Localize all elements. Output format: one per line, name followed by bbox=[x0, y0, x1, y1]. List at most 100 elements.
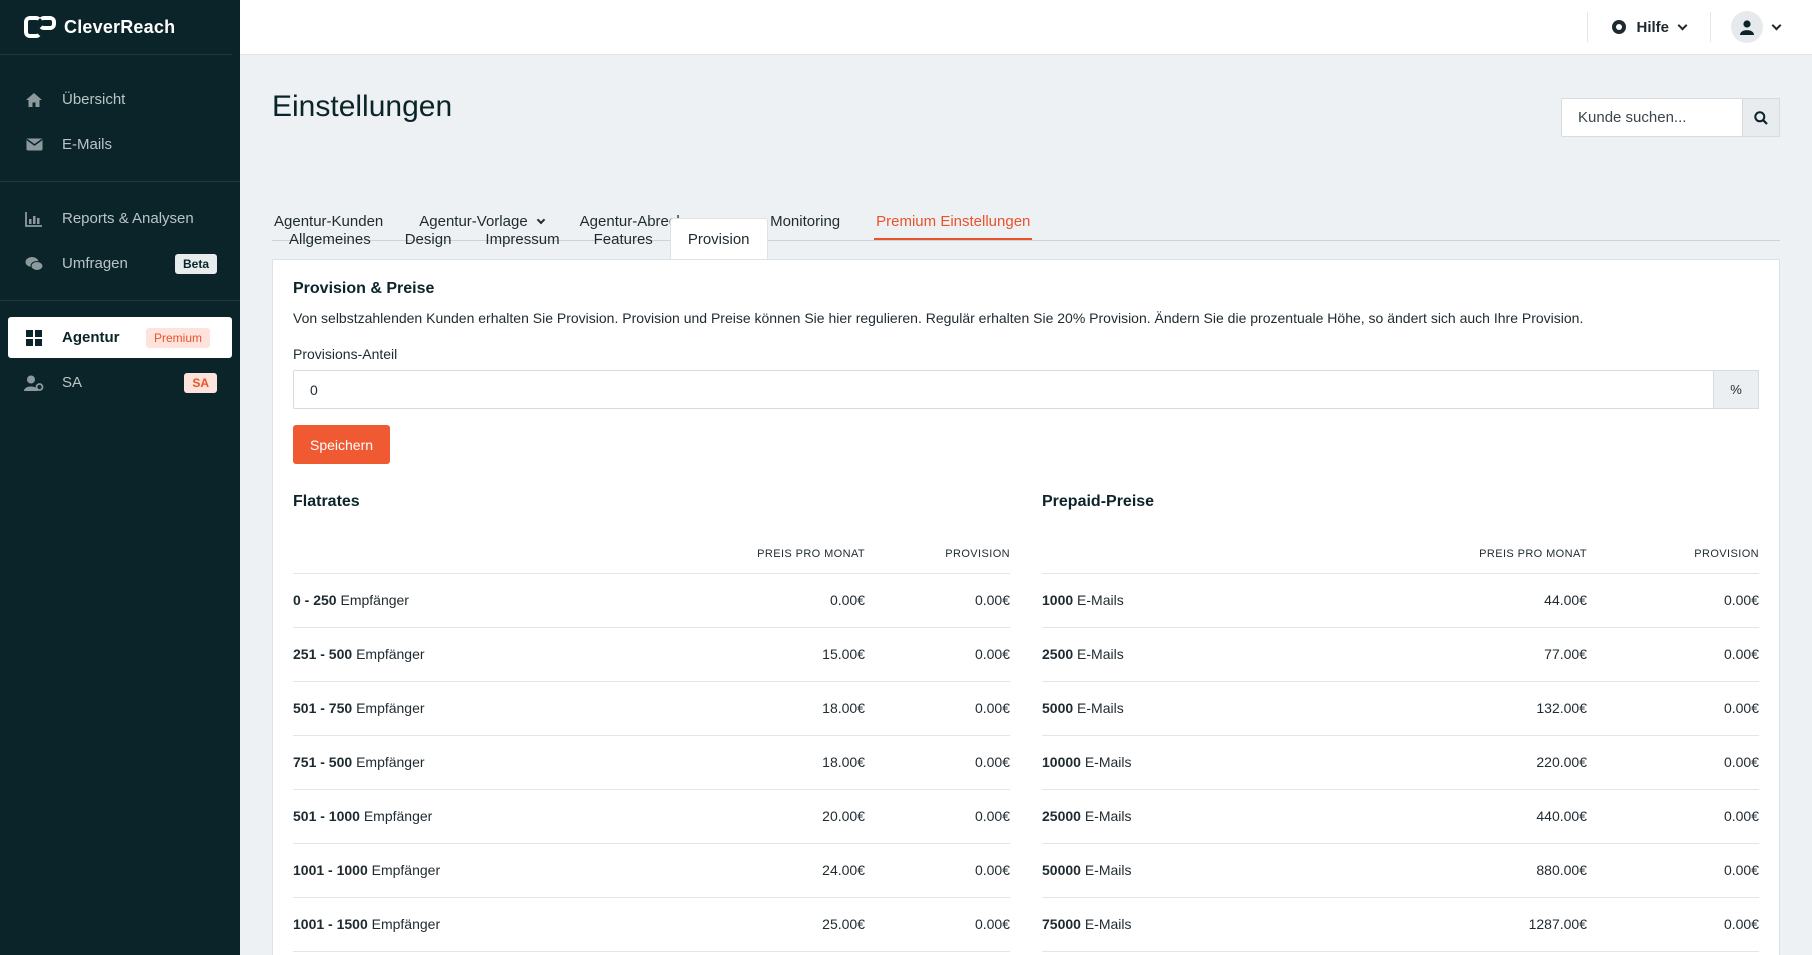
price-tables: Flatrates PREIS PRO MONAT PROVISION 0 - … bbox=[293, 493, 1759, 952]
sidebar-item-label: SA bbox=[62, 374, 83, 391]
logo[interactable]: CleverReach bbox=[0, 0, 232, 55]
tab-features[interactable]: Features bbox=[577, 218, 670, 260]
table-row: 501 - 750 Empfänger 18.00€ 0.00€ bbox=[293, 681, 1010, 736]
save-button[interactable]: Speichern bbox=[293, 425, 391, 464]
tab-allgemeines[interactable]: Allgemeines bbox=[272, 218, 388, 260]
tier-unit: E-Mails bbox=[1077, 700, 1124, 716]
sidebar-item-label: Übersicht bbox=[62, 91, 126, 108]
tier-range: 10000 bbox=[1042, 754, 1081, 770]
tier-cell: 1001 - 1500 Empfänger bbox=[293, 897, 715, 952]
section-heading: Flatrates bbox=[293, 493, 360, 510]
tier-unit: E-Mails bbox=[1084, 862, 1132, 878]
tab-label: Allgemeines bbox=[289, 231, 371, 248]
sidebar-item-uebersicht[interactable]: Übersicht bbox=[8, 79, 232, 120]
tier-cell: 0 - 250 Empfänger bbox=[293, 573, 715, 628]
provision-cell: 0.00€ bbox=[865, 843, 1010, 898]
provision-share-input[interactable] bbox=[293, 370, 1714, 409]
home-icon bbox=[24, 90, 44, 110]
tier-range: 75000 bbox=[1042, 916, 1081, 932]
tab-design[interactable]: Design bbox=[388, 218, 469, 260]
tier-unit: E-Mails bbox=[1084, 808, 1132, 824]
provision-cell: 0.00€ bbox=[1587, 681, 1759, 736]
tier-range: 1000 bbox=[1042, 592, 1074, 608]
tier-cell: 751 - 500 Empfänger bbox=[293, 735, 715, 790]
table-row: 251 - 500 Empfänger 15.00€ 0.00€ bbox=[293, 627, 1010, 682]
table-row: 2500 E-Mails 77.00€ 0.00€ bbox=[1042, 627, 1759, 682]
provision-cell: 0.00€ bbox=[1587, 789, 1759, 844]
user-settings-icon bbox=[24, 373, 44, 393]
tier-unit: Empfänger bbox=[340, 592, 409, 608]
sidebar-item-label: E-Mails bbox=[62, 136, 113, 153]
tier-unit: Empfänger bbox=[363, 808, 433, 824]
tier-unit: Empfänger bbox=[356, 754, 425, 770]
envelope-icon bbox=[24, 135, 44, 155]
premium-badge: Premium bbox=[145, 327, 210, 348]
tier-unit: Empfänger bbox=[371, 862, 441, 878]
search-input[interactable] bbox=[1561, 98, 1742, 137]
table-row: 5000 E-Mails 132.00€ 0.00€ bbox=[1042, 681, 1759, 736]
column-header: PREIS PRO MONAT bbox=[715, 535, 865, 574]
sidebar-item-label: Umfragen bbox=[62, 255, 128, 272]
sidebar-item-reports[interactable]: Reports & Analysen bbox=[8, 198, 232, 239]
sidebar-item-label: Reports & Analysen bbox=[62, 210, 194, 227]
provision-cell: 0.00€ bbox=[1587, 735, 1759, 790]
provision-cell: 0.00€ bbox=[865, 627, 1010, 682]
flatrates-section: Flatrates PREIS PRO MONAT PROVISION 0 - … bbox=[293, 493, 1010, 952]
sidebar-item-agentur[interactable]: Agentur Premium bbox=[8, 317, 232, 358]
user-icon bbox=[1740, 19, 1754, 35]
percent-addon: % bbox=[1714, 370, 1759, 409]
tier-range: 501 - 750 bbox=[293, 700, 353, 716]
price-cell: 0.00€ bbox=[715, 573, 865, 628]
tab-impressum[interactable]: Impressum bbox=[468, 218, 576, 260]
price-cell: 24.00€ bbox=[715, 843, 865, 898]
tier-unit: E-Mails bbox=[1084, 754, 1132, 770]
user-menu[interactable] bbox=[1711, 11, 1812, 43]
provision-description: Von selbstzahlenden Kunden erhalten Sie … bbox=[293, 310, 1584, 326]
search-button[interactable] bbox=[1742, 98, 1780, 137]
sidebar: CleverReach Übersicht E-Mails Reports & … bbox=[0, 0, 240, 955]
tier-unit: Empfänger bbox=[356, 646, 425, 662]
price-cell: 132.00€ bbox=[1417, 681, 1587, 736]
sidebar-item-umfragen[interactable]: Umfragen Beta bbox=[8, 243, 232, 284]
table-row: 751 - 500 Empfänger 18.00€ 0.00€ bbox=[293, 735, 1010, 790]
tier-range: 501 - 1000 bbox=[293, 808, 360, 824]
tier-range: 50000 bbox=[1042, 862, 1081, 878]
prepaid-section: Prepaid-Preise PREIS PRO MONAT PROVISION… bbox=[1042, 493, 1759, 952]
flatrates-table: PREIS PRO MONAT PROVISION 0 - 250 Empfän… bbox=[293, 535, 1010, 952]
tier-unit: E-Mails bbox=[1084, 916, 1132, 932]
tier-cell: 25000 E-Mails bbox=[1042, 789, 1417, 844]
provision-cell: 0.00€ bbox=[1587, 627, 1759, 682]
sidebar-item-emails[interactable]: E-Mails bbox=[8, 124, 232, 165]
provision-panel: Provision & Preise Von selbstzahlenden K… bbox=[272, 259, 1780, 955]
table-row: 10000 E-Mails 220.00€ 0.00€ bbox=[1042, 735, 1759, 790]
avatar bbox=[1731, 11, 1763, 43]
sub-tabs: Allgemeines Design Impressum Features Pr… bbox=[272, 218, 1780, 260]
provision-cell: 0.00€ bbox=[865, 681, 1010, 736]
field-label: Provisions-Anteil bbox=[293, 346, 398, 362]
tier-cell: 251 - 500 Empfänger bbox=[293, 627, 715, 682]
provision-cell: 0.00€ bbox=[865, 789, 1010, 844]
tier-range: 1001 - 1500 bbox=[293, 916, 368, 932]
price-cell: 220.00€ bbox=[1417, 735, 1587, 790]
section-heading: Prepaid-Preise bbox=[1042, 493, 1155, 510]
price-cell: 77.00€ bbox=[1417, 627, 1587, 682]
price-cell: 1287.00€ bbox=[1417, 897, 1587, 952]
page-title: Einstellungen bbox=[272, 90, 453, 123]
provision-cell: 0.00€ bbox=[865, 573, 1010, 628]
provision-input-group: % bbox=[293, 370, 1759, 409]
column-header: PROVISION bbox=[865, 535, 1010, 574]
tier-range: 5000 bbox=[1042, 700, 1074, 716]
lifebuoy-icon bbox=[1612, 20, 1627, 34]
tier-cell: 501 - 750 Empfänger bbox=[293, 681, 715, 736]
table-row: 1000 E-Mails 44.00€ 0.00€ bbox=[1042, 573, 1759, 628]
sidebar-item-sa[interactable]: SA SA bbox=[8, 362, 232, 403]
chevron-down-icon bbox=[1771, 20, 1782, 30]
tier-range: 1001 - 1000 bbox=[293, 862, 368, 878]
table-row: 1001 - 1000 Empfänger 24.00€ 0.00€ bbox=[293, 843, 1010, 898]
help-menu[interactable]: Hilfe bbox=[1588, 19, 1710, 36]
price-cell: 440.00€ bbox=[1417, 789, 1587, 844]
search-icon bbox=[1754, 110, 1768, 125]
tab-provision[interactable]: Provision bbox=[669, 218, 768, 260]
customer-search bbox=[1561, 98, 1780, 137]
bar-chart-icon bbox=[24, 209, 44, 229]
